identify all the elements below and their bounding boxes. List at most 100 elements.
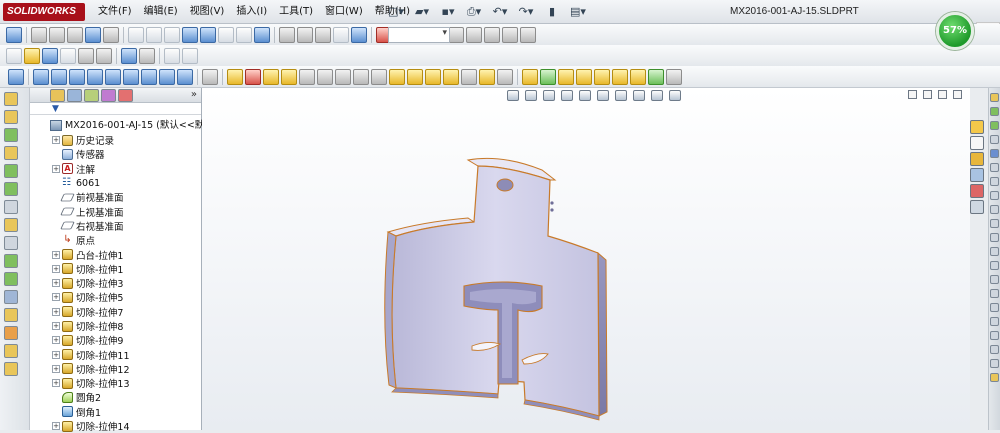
chart-icon[interactable] xyxy=(351,27,367,43)
print-preview-icon[interactable] xyxy=(78,48,94,64)
save-icon[interactable]: ▪▾ xyxy=(437,4,459,20)
hole-wizard-icon[interactable] xyxy=(522,69,538,85)
extrude-icon[interactable] xyxy=(4,92,18,106)
mold-tools-icon[interactable] xyxy=(990,191,999,200)
sketch-icon[interactable] xyxy=(227,69,243,85)
tree-item[interactable]: + 切除-拉伸7 xyxy=(50,305,200,319)
tree-item[interactable]: + 切除-拉伸12 xyxy=(50,362,200,376)
weldment-icon[interactable] xyxy=(4,326,18,340)
perspective-icon[interactable] xyxy=(466,27,482,43)
tree-item[interactable]: 圆角2 xyxy=(50,390,200,404)
select-dropdown-icon[interactable] xyxy=(139,48,155,64)
fillet-toolbar-icon[interactable] xyxy=(479,69,495,85)
spline-icon[interactable] xyxy=(317,69,333,85)
tree-item[interactable]: + 凸台-拉伸1 xyxy=(50,247,200,262)
expand-toggle[interactable]: + xyxy=(52,250,60,259)
tree-item[interactable]: + 切除-拉伸14 xyxy=(50,419,200,433)
ref-geometry-strip-icon[interactable] xyxy=(4,236,18,250)
top-view-icon[interactable] xyxy=(105,69,121,85)
draft-icon[interactable] xyxy=(612,69,628,85)
open-icon[interactable] xyxy=(24,48,40,64)
fillet-strip-icon[interactable] xyxy=(4,308,18,322)
cut-icon[interactable] xyxy=(4,182,18,196)
camera-icon[interactable] xyxy=(502,27,518,43)
decal-icon[interactable] xyxy=(520,27,536,43)
tree-item[interactable]: + 切除-拉伸13 xyxy=(50,376,200,390)
expand-toggle[interactable]: + xyxy=(52,279,60,288)
dimetric-view-icon[interactable] xyxy=(177,69,193,85)
normal-to-icon[interactable] xyxy=(202,69,218,85)
measure-icon[interactable] xyxy=(333,27,349,43)
zoom-in-out-icon[interactable] xyxy=(67,27,83,43)
boundary-icon[interactable] xyxy=(4,164,18,178)
tree-item[interactable]: + 切除-拉伸11 xyxy=(50,347,200,362)
shell-icon[interactable] xyxy=(594,69,610,85)
origin-toolbar-icon[interactable] xyxy=(8,69,24,85)
part-root-node[interactable]: MX2016-001-AJ-15 (默认<<默 xyxy=(50,118,204,133)
new-document-icon[interactable]: □▾ xyxy=(385,4,407,20)
tree-item[interactable]: + 切除-拉伸8 xyxy=(50,319,200,333)
tree-item[interactable]: + 切除-拉伸5 xyxy=(50,290,200,304)
curves-icon[interactable] xyxy=(558,69,574,85)
trimetric-view-icon[interactable] xyxy=(159,69,175,85)
tree-item[interactable]: + A 注解 xyxy=(50,162,200,176)
print-icon[interactable]: ⎙▾ xyxy=(463,4,485,20)
dimensions-icon[interactable] xyxy=(990,121,999,130)
mirror-icon[interactable] xyxy=(371,69,387,85)
boss-extrude-toolbar-icon[interactable] xyxy=(407,69,423,85)
cartoon-icon[interactable] xyxy=(484,27,500,43)
solidworks-resources-icon[interactable] xyxy=(970,120,984,134)
surface-icon[interactable] xyxy=(990,177,999,186)
render-icon[interactable] xyxy=(990,303,999,312)
zoom-area-icon[interactable] xyxy=(49,27,65,43)
menu-edit[interactable]: 编辑(E) xyxy=(138,0,184,24)
tree-item[interactable]: + 切除-拉伸9 xyxy=(50,333,200,347)
undo-icon[interactable]: ↶▾ xyxy=(489,4,511,20)
revolve-strip-icon[interactable] xyxy=(4,110,18,124)
origins-icon[interactable] xyxy=(315,27,331,43)
wireframe-icon[interactable] xyxy=(128,27,144,43)
appearances-scenes-icon[interactable] xyxy=(970,184,984,198)
hidden-lines-removed-icon[interactable] xyxy=(164,27,180,43)
tree-item[interactable]: 倒角1 xyxy=(50,405,200,419)
pattern-icon[interactable] xyxy=(4,218,18,232)
expand-toggle[interactable]: + xyxy=(52,322,60,330)
sketch-strip-icon[interactable] xyxy=(4,272,18,286)
tree-item[interactable]: + 切除-拉伸3 xyxy=(50,276,200,290)
view-orientation-icon[interactable] xyxy=(236,27,252,43)
menu-file[interactable]: 文件(F) xyxy=(92,0,138,24)
circle-icon[interactable] xyxy=(281,69,297,85)
tree-filter-bar[interactable]: ▼ xyxy=(30,103,201,115)
graphics-area[interactable] xyxy=(202,88,970,430)
motion-icon[interactable] xyxy=(990,317,999,326)
routing-icon[interactable] xyxy=(990,331,999,340)
shaded-with-edges-icon[interactable] xyxy=(182,27,198,43)
select-icon[interactable] xyxy=(121,48,137,64)
expand-toggle[interactable]: + xyxy=(52,350,60,359)
trim-icon[interactable] xyxy=(335,69,351,85)
ambient-occlusion-icon[interactable] xyxy=(448,27,464,43)
reference-geometry-icon[interactable] xyxy=(540,69,556,85)
view-palette-icon[interactable] xyxy=(970,168,984,182)
expand-toggle[interactable]: + xyxy=(52,136,60,145)
panel-collapse-icon[interactable]: » xyxy=(191,88,197,102)
display-icon[interactable] xyxy=(4,290,18,304)
evaluate-icon[interactable] xyxy=(990,247,999,256)
design-library-icon[interactable] xyxy=(970,136,984,150)
tree-item[interactable]: + 切除-拉伸1 xyxy=(50,262,200,276)
display-manager-tab-icon[interactable] xyxy=(118,89,133,102)
print-toolbar-icon[interactable] xyxy=(60,48,76,64)
property-manager-tab-icon[interactable] xyxy=(67,89,82,102)
loft-icon[interactable] xyxy=(4,146,18,160)
relations-icon[interactable] xyxy=(990,107,999,116)
filter-icon[interactable]: ▼ xyxy=(52,103,59,115)
tree-item[interactable]: 前视基准面 xyxy=(50,190,200,204)
expand-toggle[interactable]: + xyxy=(52,379,60,388)
file-explorer-icon[interactable] xyxy=(970,152,984,166)
save-toolbar-icon[interactable] xyxy=(42,48,58,64)
dome-icon[interactable] xyxy=(630,69,646,85)
menu-tools[interactable]: 工具(T) xyxy=(273,0,319,24)
performance-meter[interactable]: 57% xyxy=(936,12,974,50)
sweep-icon[interactable] xyxy=(461,69,477,85)
instant3d-icon[interactable] xyxy=(648,69,664,85)
